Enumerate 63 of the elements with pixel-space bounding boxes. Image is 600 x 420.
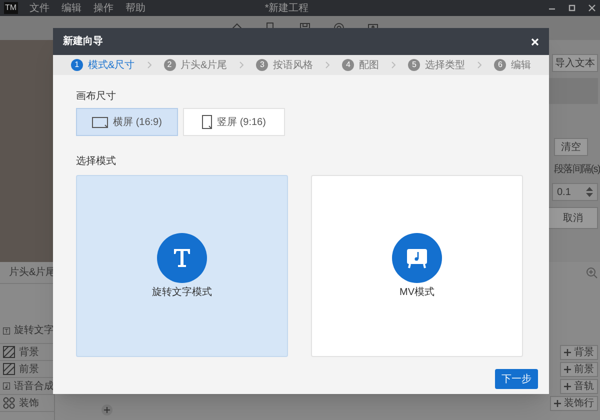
portrait-screen-icon	[202, 115, 212, 129]
spin-arrows-icon	[586, 187, 593, 197]
plus-icon	[554, 400, 561, 407]
step-number: 1	[70, 59, 83, 71]
step-label: 按语风格	[273, 58, 314, 72]
step-label: 片头&片尾	[180, 58, 228, 72]
step-number: 3	[256, 59, 268, 71]
window-title: *新建工程	[264, 2, 309, 16]
mode-card[interactable]: MV模式	[311, 175, 523, 357]
maximize-icon[interactable]	[568, 4, 576, 12]
menu-item[interactable]: 文件	[30, 0, 50, 16]
import-text-button[interactable]: 导入文本	[552, 54, 598, 72]
track-label: 旋转文字	[14, 324, 54, 338]
menu-item[interactable]: 操作	[94, 0, 114, 16]
clear-button[interactable]: 清空	[554, 138, 588, 156]
menu-item[interactable]: 编辑	[62, 0, 82, 16]
add-icon[interactable]	[101, 404, 113, 416]
track-label: 背景	[19, 346, 39, 360]
close-icon[interactable]	[588, 4, 596, 12]
interval-spinbox[interactable]: 0.1	[552, 183, 598, 201]
chevron-right-icon	[391, 61, 396, 69]
step-number: 6	[494, 59, 506, 71]
step-number: 2	[164, 59, 176, 71]
track-label: 装饰	[19, 396, 39, 410]
interval-label: 段落间隔(s)	[554, 162, 600, 177]
chevron-right-icon	[239, 61, 244, 69]
canvas-size-option[interactable]: 竖屏 (9:16)	[183, 108, 285, 136]
add-track-button[interactable]: 音轨	[560, 379, 598, 394]
cancel-button[interactable]: 取消	[548, 207, 598, 229]
hatched-square-icon	[3, 346, 15, 358]
chevron-right-icon	[325, 61, 330, 69]
plus-icon	[564, 366, 571, 373]
hatched-square-icon	[3, 363, 15, 375]
track-label: 前景	[19, 362, 39, 376]
menu-item[interactable]: 帮助	[126, 0, 146, 16]
mode-card[interactable]: 旋转文字模式	[76, 175, 288, 357]
canvas-size-option[interactable]: 横屏 (16:9)	[76, 108, 178, 136]
add-track-button[interactable]: 前景	[560, 362, 598, 377]
chevron-right-icon	[477, 61, 482, 69]
section-label: 选择模式	[76, 154, 116, 169]
plus-icon	[564, 349, 571, 356]
section-label: 画布尺寸	[76, 90, 116, 104]
step-label: 模式&尺寸	[88, 58, 134, 72]
step-label: 配图	[359, 58, 380, 72]
mode-label: 旋转文字模式	[152, 286, 212, 300]
dialog-title: 新建向导	[63, 34, 103, 49]
step-number: 4	[342, 59, 354, 71]
add-track-button[interactable]: 装饰行	[550, 396, 598, 411]
step-number: 5	[408, 59, 420, 71]
app-logo: TM	[4, 2, 18, 14]
music-screen-icon	[392, 232, 442, 282]
music-note-icon	[3, 380, 10, 392]
mode-label: MV模式	[400, 286, 434, 300]
plus-icon	[564, 383, 571, 390]
next-button[interactable]: 下一步	[495, 369, 538, 389]
grid-icon	[3, 397, 15, 409]
letter-t-icon	[173, 248, 191, 268]
add-track-button[interactable]: 背景	[560, 345, 598, 360]
landscape-screen-icon	[92, 116, 108, 128]
chevron-right-icon	[146, 61, 152, 69]
step-label: 编辑	[511, 58, 532, 72]
text-track-icon	[3, 324, 10, 336]
step-label: 选择类型	[425, 58, 466, 72]
